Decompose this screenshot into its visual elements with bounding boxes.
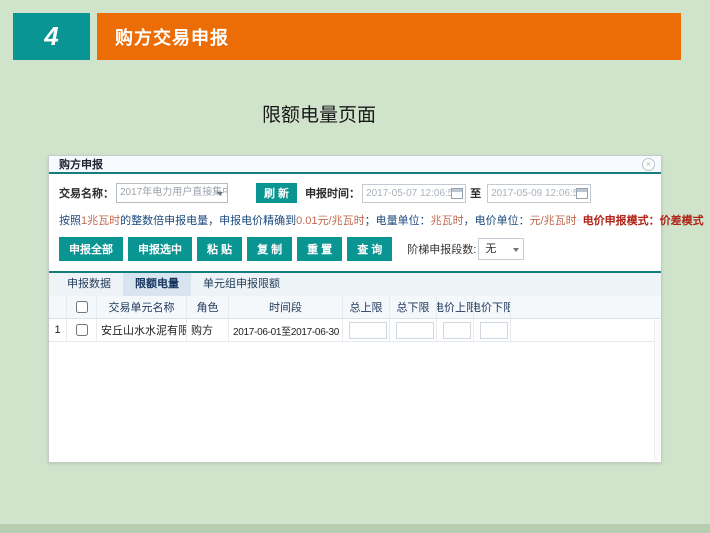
note-price-mode: 电价申报模式：价差模式 xyxy=(583,215,704,227)
row-price-upper-cell xyxy=(437,319,474,341)
total-upper-input[interactable] xyxy=(349,322,387,339)
row-role: 购方 xyxy=(187,319,229,341)
header-price-upper: 电价上限 xyxy=(437,296,474,318)
calendar-icon[interactable] xyxy=(576,188,588,199)
section-number-box: 4 xyxy=(13,13,90,60)
row-price-lower-cell xyxy=(474,319,511,341)
tab-unit-group-quota[interactable]: 单元组申报限额 xyxy=(191,273,292,296)
declare-selected-button[interactable]: 申报选中 xyxy=(128,237,192,261)
declare-form-row: 交易名称： 2017年电力用户直接集中交易模拟 刷 新 申报时间： 2017-0… xyxy=(49,174,661,203)
price-upper-input[interactable] xyxy=(443,322,471,339)
reset-button[interactable]: 重 置 xyxy=(297,237,342,261)
time-to-input[interactable]: 2017-05-09 12:06:57 xyxy=(487,184,591,203)
row-total-lower-cell xyxy=(390,319,437,341)
note-value: 元/兆瓦时 xyxy=(530,215,577,227)
header-index xyxy=(49,296,67,318)
header-checkbox-cell xyxy=(67,296,97,318)
tab-quota-energy[interactable]: 限额电量 xyxy=(123,273,191,296)
window-content: 交易名称： 2017年电力用户直接集中交易模拟 刷 新 申报时间： 2017-0… xyxy=(49,174,661,460)
calendar-icon[interactable] xyxy=(451,188,463,199)
refresh-button[interactable]: 刷 新 xyxy=(256,183,297,203)
vertical-scrollbar[interactable] xyxy=(654,320,661,460)
table-header-row: 交易单元名称 角色 时间段 总上限 总下限 电价上限 电价下限 xyxy=(49,296,661,319)
header-filler xyxy=(511,296,661,318)
header-total-upper: 总上限 xyxy=(343,296,390,318)
section-number: 4 xyxy=(44,21,58,52)
time-to-value: 2017-05-09 12:06:57 xyxy=(491,188,576,199)
section-title-bar: 购方交易申报 xyxy=(97,13,681,60)
section-title: 购方交易申报 xyxy=(115,24,229,50)
transaction-name-select[interactable]: 2017年电力用户直接集中交易模拟 xyxy=(116,183,228,203)
note-value: 0.01元/兆瓦时 xyxy=(296,215,364,227)
declare-rule-note: 按照1兆瓦时的整数倍申报电量，申报电价精确到0.01元/兆瓦时；电量单位：兆瓦时… xyxy=(49,203,661,228)
price-lower-input[interactable] xyxy=(480,322,508,339)
tab-strip: 申报数据 限额电量 单元组申报限额 xyxy=(49,271,661,296)
note-value: 1兆瓦时 xyxy=(81,215,120,227)
paste-button[interactable]: 粘 贴 xyxy=(197,237,242,261)
note-text: 的整数倍申报电量，申报电价精确到 xyxy=(120,215,296,227)
table-row: 1 安丘山水水泥有限公司 购方 2017-06-01至2017-06-30 xyxy=(49,319,661,342)
transaction-name-label: 交易名称： xyxy=(59,185,114,201)
chevron-down-icon xyxy=(217,192,223,196)
close-icon[interactable]: × xyxy=(642,158,655,171)
page-caption: 限额电量页面 xyxy=(262,100,376,127)
header-period: 时间段 xyxy=(229,296,343,318)
note-text: 按照 xyxy=(59,215,81,227)
chevron-down-icon xyxy=(513,248,519,252)
slide-page: { "slide": { "section_number": "4", "sec… xyxy=(0,0,710,533)
row-checkbox-cell xyxy=(67,319,97,341)
ladder-segments-label: 阶梯申报段数: xyxy=(407,241,476,257)
copy-button[interactable]: 复 制 xyxy=(247,237,292,261)
header-role: 角色 xyxy=(187,296,229,318)
note-value: 兆瓦时 xyxy=(431,215,464,227)
row-period: 2017-06-01至2017-06-30 xyxy=(229,319,343,341)
time-from-value: 2017-05-07 12:06:57 xyxy=(366,188,451,199)
row-total-upper-cell xyxy=(343,319,390,341)
row-index: 1 xyxy=(49,319,67,341)
row-checkbox[interactable] xyxy=(76,324,88,336)
note-text: ，电价单位： xyxy=(464,215,530,227)
tab-declare-data[interactable]: 申报数据 xyxy=(55,273,123,296)
window-title: 购方申报 xyxy=(59,156,642,172)
select-all-checkbox[interactable] xyxy=(76,301,88,313)
slide-footer-strip xyxy=(0,524,710,533)
declare-time-label: 申报时间： xyxy=(305,185,360,201)
ladder-segments-value: 无 xyxy=(485,243,496,255)
header-price-lower: 电价下限 xyxy=(474,296,511,318)
transaction-name-value: 2017年电力用户直接集中交易模拟 xyxy=(120,187,228,198)
query-button[interactable]: 查 询 xyxy=(347,237,392,261)
app-window: 购方申报 × 交易名称： 2017年电力用户直接集中交易模拟 刷 新 申报时间：… xyxy=(48,155,662,463)
quota-table: 交易单元名称 角色 时间段 总上限 总下限 电价上限 电价下限 1 安丘山水水泥… xyxy=(49,296,661,342)
header-unit-name: 交易单元名称 xyxy=(97,296,187,318)
row-filler xyxy=(511,319,661,341)
row-unit-name: 安丘山水水泥有限公司 xyxy=(97,319,187,341)
note-text: ；电量单位： xyxy=(365,215,431,227)
time-from-input[interactable]: 2017-05-07 12:06:57 xyxy=(362,184,466,203)
header-total-lower: 总下限 xyxy=(390,296,437,318)
total-lower-input[interactable] xyxy=(396,322,434,339)
window-titlebar: 购方申报 × xyxy=(49,156,661,174)
declare-all-button[interactable]: 申报全部 xyxy=(59,237,123,261)
toolbar: 申报全部 申报选中 粘 贴 复 制 重 置 查 询 阶梯申报段数: 无 xyxy=(49,228,661,261)
ladder-segments-select[interactable]: 无 xyxy=(478,238,524,260)
to-label: 至 xyxy=(470,185,481,201)
